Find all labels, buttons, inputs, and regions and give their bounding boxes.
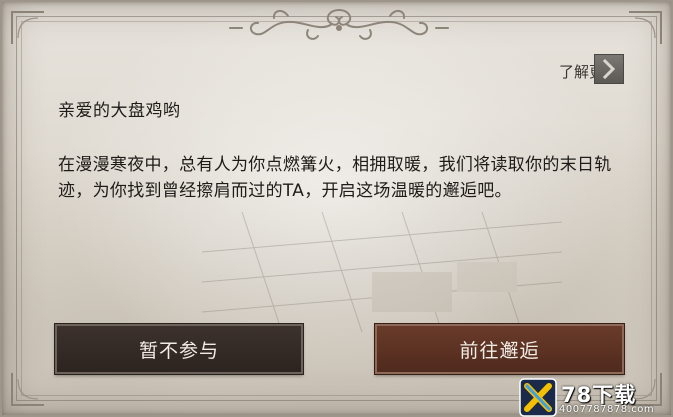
corner-ornament-icon bbox=[629, 11, 662, 44]
corner-ornament-icon bbox=[11, 11, 44, 44]
event-dialog: 了解更多 亲爱的大盘鸡哟 在漫漫寒夜中，总有人为你点燃篝火，相拥取暖，我们将读取… bbox=[0, 0, 673, 417]
x-logo-icon bbox=[519, 378, 557, 417]
scroll-ornament-icon bbox=[229, 9, 449, 40]
site-watermark: 78下载 4007787878.com bbox=[519, 378, 673, 417]
map-background-image bbox=[202, 212, 562, 332]
accept-button-label: 前往邂逅 bbox=[459, 339, 540, 362]
decline-button-label: 暂不参与 bbox=[138, 339, 219, 362]
greeting-text: 亲爱的大盘鸡哟 bbox=[58, 101, 181, 121]
corner-ornament-icon bbox=[11, 373, 44, 406]
learn-more-button[interactable] bbox=[594, 54, 624, 84]
decline-button[interactable]: 暂不参与 bbox=[54, 323, 304, 375]
watermark-url: 4007787878.com bbox=[559, 404, 655, 415]
message-body: 在漫漫寒夜中，总有人为你点燃篝火，相拥取暖，我们将读取你的末日轨迹，为你找到曾经… bbox=[58, 155, 612, 201]
accept-button[interactable]: 前往邂逅 bbox=[374, 323, 625, 375]
chevron-right-icon bbox=[602, 59, 616, 79]
